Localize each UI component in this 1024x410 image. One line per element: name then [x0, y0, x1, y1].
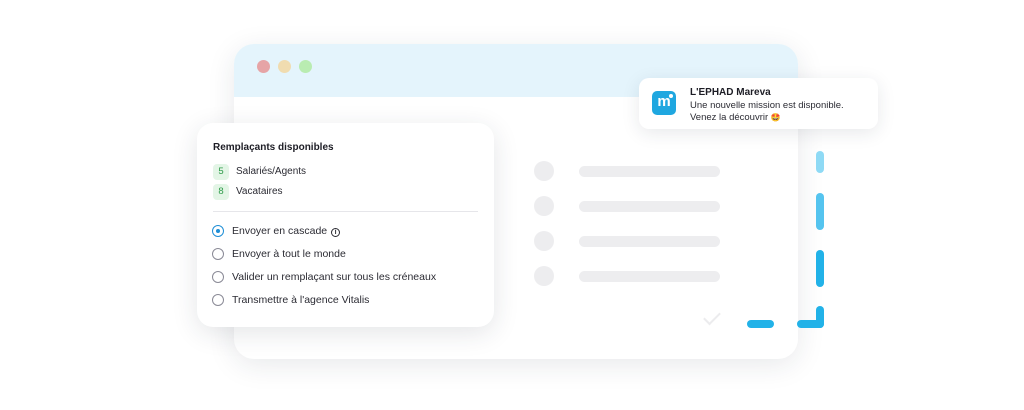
- count-badge: 5: [213, 164, 229, 180]
- option-agency[interactable]: Transmettre à l'agence Vitalis: [212, 293, 482, 309]
- placeholder-line: [579, 271, 720, 282]
- app-logo-icon: m: [652, 91, 676, 115]
- dash-segment: [816, 151, 824, 173]
- radio-button[interactable]: [212, 248, 224, 260]
- notification-text: Une nouvelle mission est disponible. Ven…: [690, 100, 844, 123]
- option-cascade[interactable]: Envoyer en cascade i: [212, 224, 482, 240]
- replacements-panel: Remplaçants disponibles 5 Salariés/Agent…: [197, 123, 494, 327]
- maximize-dot-icon: [299, 60, 312, 73]
- option-label: Valider un remplaçant sur tous les créne…: [232, 271, 437, 283]
- placeholder-avatar: [534, 161, 554, 181]
- close-dot-icon: [257, 60, 270, 73]
- panel-title: Remplaçants disponibles: [213, 142, 334, 153]
- stat-label: Vacataires: [236, 186, 283, 197]
- placeholder-line: [579, 236, 720, 247]
- checkmark-icon: [703, 307, 721, 326]
- minimize-dot-icon: [278, 60, 291, 73]
- placeholder-row: [534, 231, 734, 251]
- placeholder-line: [579, 166, 720, 177]
- stat-label: Salariés/Agents: [236, 166, 307, 177]
- option-label: Envoyer à tout le monde: [232, 248, 346, 260]
- info-icon[interactable]: i: [331, 228, 341, 237]
- radio-button[interactable]: [212, 271, 224, 283]
- placeholder-avatar: [534, 196, 554, 216]
- placeholder-row: [534, 266, 734, 286]
- radio-button[interactable]: [212, 294, 224, 306]
- dash-segment: [747, 320, 774, 328]
- placeholder-avatar: [534, 231, 554, 251]
- option-label-text: Envoyer en cascade: [232, 225, 328, 237]
- placeholder-line: [579, 201, 720, 212]
- count-badge: 8: [213, 184, 229, 200]
- option-everyone[interactable]: Envoyer à tout le monde: [212, 247, 482, 263]
- option-all-slots[interactable]: Valider un remplaçant sur tous les créne…: [212, 270, 482, 286]
- notification-message: Une nouvelle mission est disponible. Ven…: [690, 100, 870, 124]
- dash-segment: [816, 250, 824, 287]
- placeholder-avatar: [534, 266, 554, 286]
- logo-spark: [669, 94, 673, 98]
- divider: [213, 211, 478, 212]
- notification-title: L'EPHAD Mareva: [690, 87, 771, 98]
- option-label: Envoyer en cascade i: [232, 225, 341, 237]
- dash-segment: [816, 193, 824, 230]
- star-struck-emoji-icon: 🤩: [770, 113, 781, 122]
- option-label: Transmettre à l'agence Vitalis: [232, 294, 370, 306]
- radio-button-checked[interactable]: [212, 225, 224, 237]
- notification-toast[interactable]: m L'EPHAD Mareva Une nouvelle mission es…: [639, 78, 878, 129]
- placeholder-row: [534, 196, 734, 216]
- placeholder-row: [534, 161, 734, 181]
- dash-segment: [797, 320, 824, 328]
